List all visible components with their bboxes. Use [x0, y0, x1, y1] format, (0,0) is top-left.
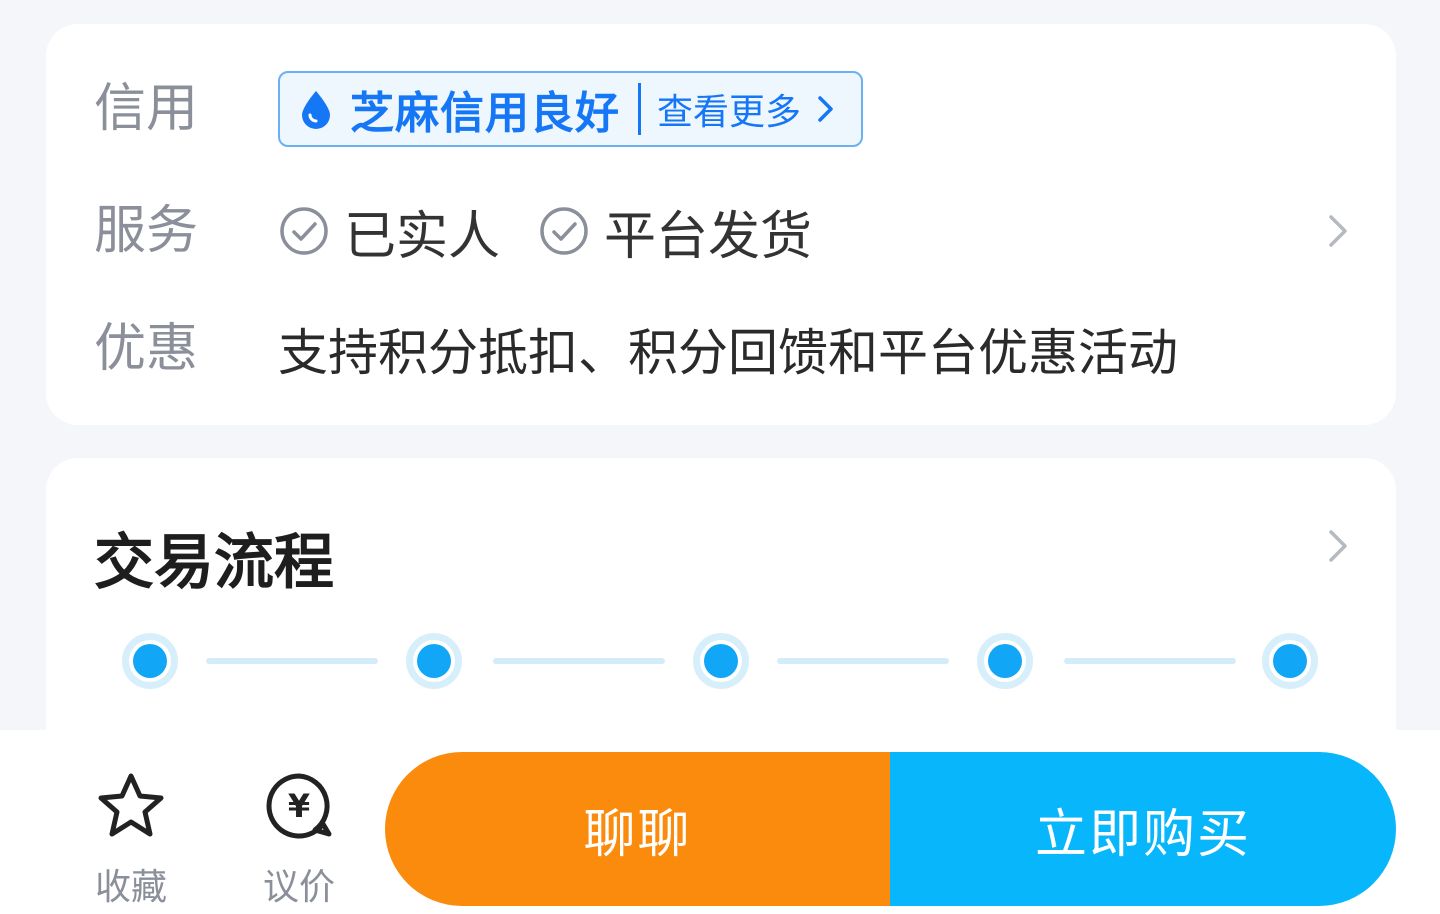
- chevron-right-icon[interactable]: [1326, 211, 1350, 251]
- favorite-label: 收藏: [94, 867, 167, 908]
- credit-divider: [638, 83, 641, 135]
- favorite-button[interactable]: 收藏: [76, 770, 186, 910]
- promo-row: 优惠 支持积分抵扣、积分回馈和平台优惠活动: [94, 310, 1356, 388]
- step-connector: [206, 658, 378, 664]
- step-dot: [406, 633, 462, 689]
- buy-now-button[interactable]: 立即购买: [890, 752, 1396, 906]
- chat-button-label: 聊聊: [583, 805, 692, 864]
- item-info-card: 信用 芝麻信用良好 查看更多 服务 已实人 平台发货 优惠 支持积分抵扣、积分回…: [46, 24, 1396, 425]
- promo-label: 优惠: [94, 319, 199, 379]
- buy-now-button-label: 立即购买: [1034, 805, 1251, 864]
- step-dot: [1262, 633, 1318, 689]
- check-circle-icon: [280, 207, 328, 255]
- service-item-verified: 已实人: [278, 194, 500, 269]
- service-row[interactable]: 服务 已实人 平台发货: [94, 192, 1356, 270]
- sesame-drop-icon: [302, 91, 330, 129]
- bargain-label: 议价: [262, 867, 335, 908]
- service-label: 服务: [94, 201, 199, 261]
- check-circle-icon: [540, 207, 588, 255]
- star-icon: [98, 773, 164, 837]
- step-connector: [777, 658, 949, 664]
- step-dot: [122, 633, 178, 689]
- credit-status-text: 芝麻信用良好: [350, 88, 620, 139]
- process-title: 交易流程: [94, 528, 334, 598]
- step-dot: [693, 633, 749, 689]
- bargain-button[interactable]: ¥ 议价: [244, 770, 354, 910]
- sesame-credit-badge[interactable]: 芝麻信用良好 查看更多: [278, 71, 864, 147]
- chevron-right-icon[interactable]: [1326, 526, 1350, 566]
- credit-row: 信用 芝麻信用良好 查看更多: [94, 70, 1356, 148]
- chevron-right-icon: [818, 96, 833, 122]
- credit-label: 信用: [94, 79, 199, 139]
- promo-description: 支持积分抵扣、积分回馈和平台优惠活动: [278, 324, 1178, 382]
- chat-button[interactable]: 聊聊: [385, 752, 890, 906]
- view-more-link[interactable]: 查看更多: [657, 83, 801, 135]
- svg-text:¥: ¥: [288, 787, 310, 825]
- step-connector: [1064, 658, 1236, 664]
- price-bubble-icon: ¥: [266, 773, 332, 839]
- service-item-platform-shipping: 平台发货: [538, 194, 812, 269]
- bottom-action-bar: 收藏 ¥ 议价 聊聊 立即购买: [0, 730, 1440, 914]
- service-item-label: 平台发货: [604, 206, 813, 267]
- process-steps: [122, 633, 1318, 689]
- service-item-label: 已实人: [344, 206, 501, 267]
- step-connector: [493, 658, 665, 664]
- step-dot: [977, 633, 1033, 689]
